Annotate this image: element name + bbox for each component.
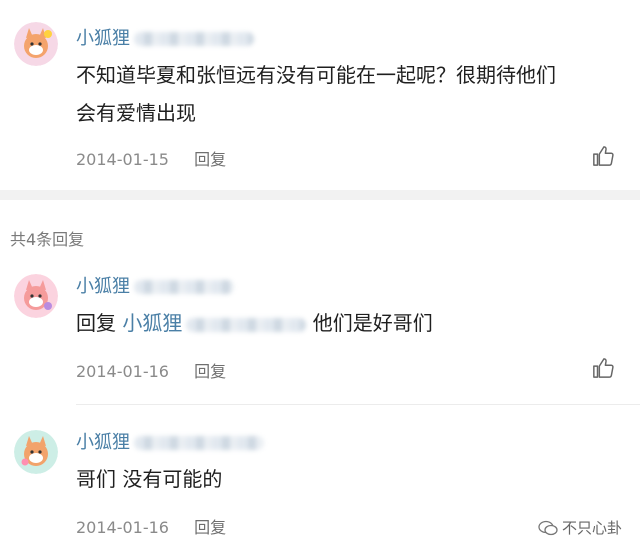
mention-link[interactable]: 小狐狸 bbox=[122, 311, 307, 335]
fox-avatar-icon bbox=[14, 274, 58, 318]
blurred-name bbox=[134, 436, 264, 450]
section-divider bbox=[0, 190, 640, 200]
comment-text: 不知道毕夏和张恒远有没有可能在一起呢？很期待他们 会有爱情出现 bbox=[76, 63, 556, 125]
avatar[interactable] bbox=[14, 430, 58, 474]
avatar[interactable] bbox=[14, 22, 58, 66]
comment-meta: 2014-01-15 回复 bbox=[76, 146, 226, 170]
wechat-icon bbox=[538, 520, 558, 535]
blurred-name bbox=[134, 32, 254, 46]
username[interactable]: 小狐狸 bbox=[76, 24, 254, 50]
comment-meta: 2014-01-16 回复 bbox=[76, 514, 226, 538]
watermark-text: 不只心卦 bbox=[561, 519, 622, 537]
fox-avatar-icon bbox=[14, 430, 58, 474]
reply-button[interactable]: 回复 bbox=[194, 150, 226, 169]
reply-text: 哥们 没有可能的 bbox=[76, 467, 223, 491]
comment-date: 2014-01-16 bbox=[76, 362, 169, 381]
thumbs-up-icon[interactable] bbox=[592, 357, 614, 379]
avatar[interactable] bbox=[14, 274, 58, 318]
reply-count: 共4条回复 bbox=[10, 230, 85, 249]
comment-meta: 2014-01-16 回复 bbox=[76, 358, 226, 382]
thumbs-up-icon[interactable] bbox=[592, 145, 614, 167]
fox-avatar-icon bbox=[14, 22, 58, 66]
watermark: 不只心卦 bbox=[538, 517, 622, 538]
reply-divider bbox=[76, 404, 640, 405]
blurred-name bbox=[134, 280, 234, 294]
comment-date: 2014-01-16 bbox=[76, 518, 169, 537]
username[interactable]: 小狐狸 bbox=[76, 428, 264, 454]
blurred-name bbox=[186, 317, 307, 332]
username[interactable]: 小狐狸 bbox=[76, 272, 234, 298]
reply-button[interactable]: 回复 bbox=[194, 362, 226, 381]
comment-date: 2014-01-15 bbox=[76, 150, 169, 169]
reply-button[interactable]: 回复 bbox=[194, 518, 226, 537]
reply-text: 回复 小狐狸 他们是好哥们 bbox=[76, 311, 433, 335]
